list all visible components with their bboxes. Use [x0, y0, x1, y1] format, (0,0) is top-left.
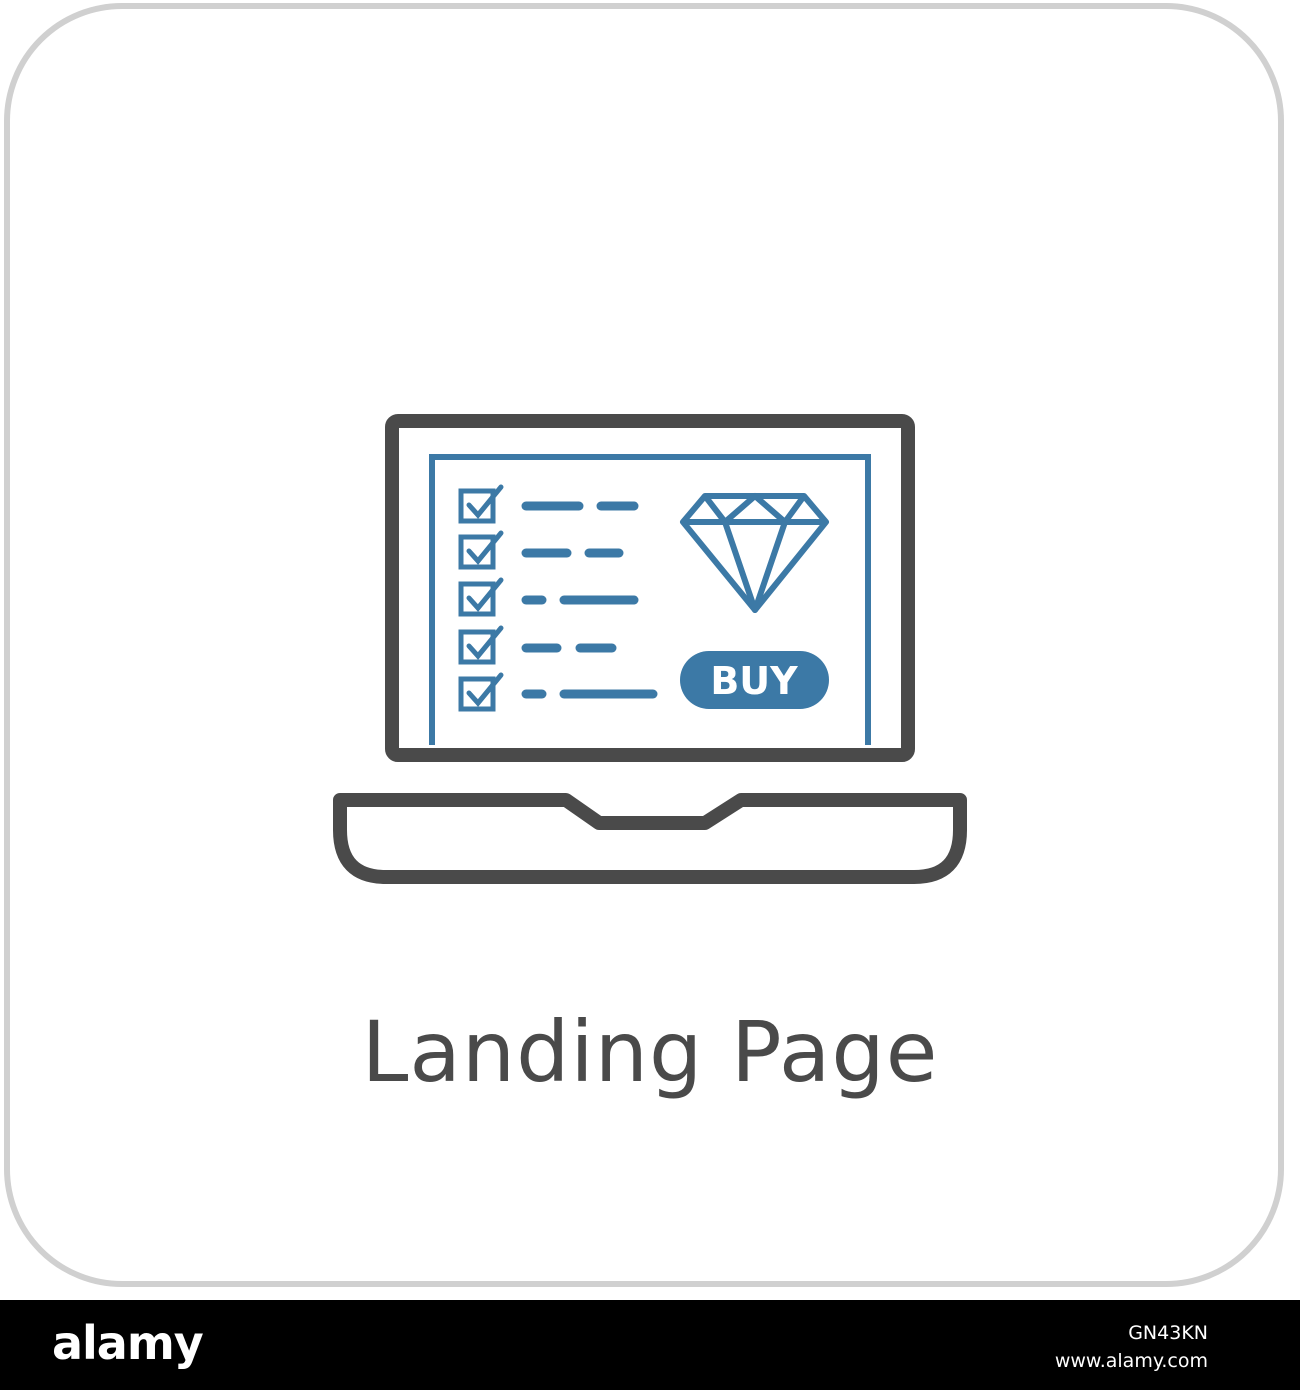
brand-logo: alamy — [52, 1316, 204, 1370]
diamond-icon — [680, 493, 829, 613]
laptop-base — [333, 793, 967, 884]
text-placeholder-lines — [521, 501, 658, 699]
checklist — [458, 484, 504, 712]
buy-button: BUY — [680, 651, 829, 709]
stock-image: BUY Landing Page alamy GN43KN www.alamy.… — [0, 0, 1300, 1390]
checkbox-checked-icon — [458, 577, 504, 617]
laptop-landing-page-icon: BUY — [333, 414, 967, 884]
laptop-screen-frame — [385, 414, 915, 762]
site-url: www.alamy.com — [1054, 1350, 1208, 1372]
image-code: GN43KN — [1128, 1322, 1208, 1344]
checkbox-checked-icon — [458, 625, 504, 665]
buy-button-label: BUY — [710, 659, 798, 703]
checkbox-checked-icon — [458, 484, 504, 524]
checkbox-checked-icon — [458, 530, 504, 570]
page-title: Landing Page — [361, 1003, 939, 1101]
checkbox-checked-icon — [458, 672, 504, 712]
